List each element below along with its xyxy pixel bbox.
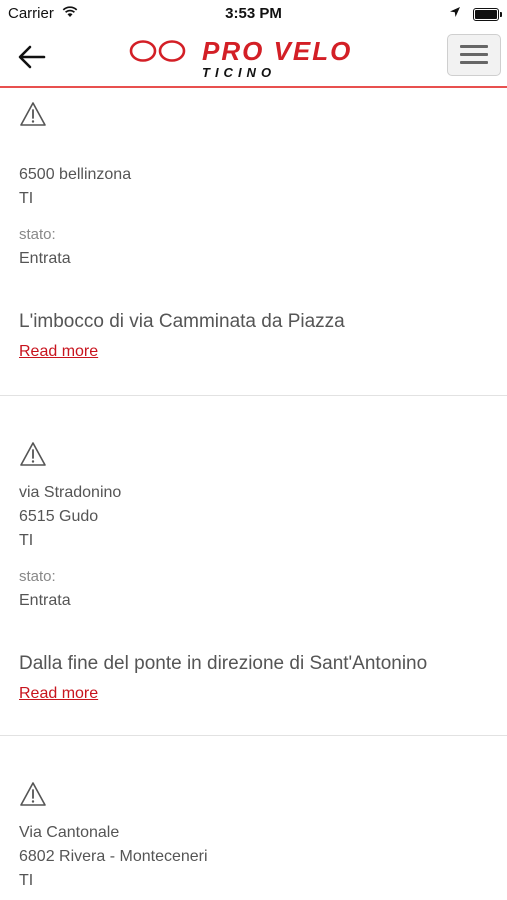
stato-value: Entrata xyxy=(19,592,71,609)
back-arrow-icon[interactable] xyxy=(16,42,48,72)
logo-title: PRO VELO xyxy=(202,36,353,66)
stato-label: stato: xyxy=(19,568,56,585)
warning-icon xyxy=(20,442,46,466)
pro-velo-logo: PRO VELO TICINO xyxy=(128,36,382,80)
hamburger-menu-icon xyxy=(460,53,488,56)
clock: 3:53 PM xyxy=(225,5,282,22)
warning-icon xyxy=(20,782,46,806)
address-line: TI xyxy=(19,872,34,889)
status-bar: Carrier 3:53 PM xyxy=(0,0,507,28)
entry-description: Dalla fine del ponte in direzione di San… xyxy=(19,653,428,674)
list-item: via Stradonino 6515 Gudo TI stato: Entra… xyxy=(0,396,507,736)
logo-wheels-icon xyxy=(129,40,186,62)
hamburger-menu-icon xyxy=(460,45,488,48)
stato-label: stato: xyxy=(19,226,56,243)
address-line: TI xyxy=(19,190,34,207)
list-item: 6500 bellinzona TI stato: Entrata L'imbo… xyxy=(0,88,507,396)
read-more-link[interactable]: Read more xyxy=(19,685,98,703)
battery-icon xyxy=(473,8,502,21)
address-line: 6515 Gudo xyxy=(19,508,99,525)
hamburger-menu-icon xyxy=(460,61,488,64)
location-arrow-icon xyxy=(450,7,460,17)
address-line: Via Cantonale xyxy=(19,824,120,841)
app-header: PRO VELO TICINO xyxy=(0,28,507,88)
address-line: TI xyxy=(19,532,34,549)
stato-value: Entrata xyxy=(19,250,71,267)
list-item: Via Cantonale 6802 Rivera - Monteceneri … xyxy=(0,736,507,900)
menu-button[interactable] xyxy=(447,34,501,76)
address-line: via Stradonino xyxy=(19,484,122,501)
entry-description: L'imbocco di via Camminata da Piazza xyxy=(19,311,345,332)
warning-icon xyxy=(20,102,46,126)
address-line: 6802 Rivera - Monteceneri xyxy=(19,848,208,865)
entries-list[interactable]: 6500 bellinzona TI stato: Entrata L'imbo… xyxy=(0,88,507,900)
read-more-link[interactable]: Read more xyxy=(19,343,98,361)
logo-subtitle: TICINO xyxy=(202,65,277,80)
address-line: 6500 bellinzona xyxy=(19,166,132,183)
